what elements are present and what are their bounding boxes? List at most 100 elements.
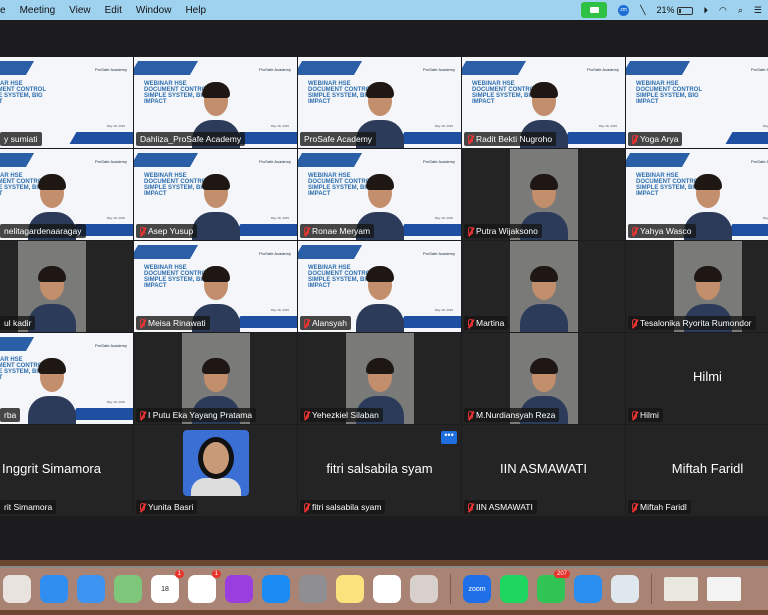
dock-whatsapp-icon[interactable]: 207 — [537, 570, 570, 603]
person-hair — [365, 82, 394, 98]
participant-tile[interactable]: ProSafe AcademyWEBINAR HSE DOCUMENT CONT… — [0, 333, 133, 424]
mic-muted-icon — [632, 503, 637, 511]
participant-display-name: Hilmi — [693, 369, 722, 384]
participant-name: Hilmi — [640, 410, 659, 420]
dock-podcasts-icon[interactable] — [225, 575, 253, 603]
wifi-icon[interactable]: ◠ — [719, 5, 727, 16]
participant-name: Putra Wijaksono — [476, 226, 538, 236]
slide-brand: ProSafe Academy — [94, 67, 127, 72]
menu-window[interactable]: Window — [136, 5, 172, 16]
participant-tile[interactable]: ProSafe AcademyWEBINAR HSE DOCUMENT CONT… — [298, 149, 461, 240]
participant-tile[interactable]: ProSafe AcademyWEBINAR HSE DOCUMENT CONT… — [626, 149, 768, 240]
search-icon[interactable]: ⌕ — [738, 5, 743, 16]
participant-tile[interactable]: ProSafe AcademyWEBINAR HSE DOCUMENT CONT… — [462, 57, 625, 148]
participant-name-label: Ronae Meryam — [300, 224, 375, 238]
dock-spotify-icon[interactable] — [500, 575, 528, 603]
participant-name-label: rit Simamora — [0, 500, 57, 514]
menu-meeting[interactable]: Meeting — [20, 5, 56, 16]
dock-separator — [651, 574, 652, 604]
zoom-status-icon[interactable]: zm — [618, 4, 630, 16]
menu-help[interactable]: Help — [185, 5, 206, 16]
slide-stripe — [626, 153, 691, 167]
participant-tile[interactable]: ProSafe AcademyWEBINAR HSE DOCUMENT CONT… — [0, 57, 133, 148]
participant-name: ProSafe Academy — [304, 134, 373, 144]
participant-name-label: Asep Yusup — [136, 224, 198, 238]
dock-maps-icon[interactable] — [114, 575, 142, 603]
participant-tile[interactable]: ProSafe AcademyWEBINAR HSE DOCUMENT CONT… — [134, 241, 297, 332]
participant-name-label: I Putu Eka Yayang Pratama — [136, 408, 257, 422]
mic-muted-icon — [140, 319, 145, 327]
slide-stripe — [233, 316, 297, 328]
participant-tile[interactable]: ProSafe AcademyWEBINAR HSE DOCUMENT CONT… — [298, 241, 461, 332]
participant-tile[interactable]: ProSafe AcademyWEBINAR HSE DOCUMENT CONT… — [626, 57, 768, 148]
dock-chrome-window-1-icon[interactable] — [664, 577, 698, 601]
slide-date: May 18, 2025 — [434, 308, 453, 312]
participant-tile[interactable]: ProSafe AcademyWEBINAR HSE DOCUMENT CONT… — [0, 149, 133, 240]
control-center-icon[interactable]: ☰ — [754, 5, 762, 16]
participant-video-person — [520, 262, 568, 332]
participant-name: nelitagardenaaragay — [4, 226, 82, 236]
person-hair — [37, 358, 66, 374]
person-hair — [693, 174, 722, 190]
person-hair — [529, 82, 558, 98]
dock-keynote-icon[interactable] — [574, 575, 602, 603]
participant-tile[interactable]: Yunita Basri — [134, 425, 297, 516]
dock-mail-icon[interactable] — [77, 575, 105, 603]
participant-tile[interactable]: ProSafe AcademyWEBINAR HSE DOCUMENT CONT… — [134, 57, 297, 148]
participant-tile[interactable]: ul kadir — [0, 241, 133, 332]
person-hair — [201, 174, 230, 190]
camera-in-use-icon[interactable] — [581, 2, 608, 18]
menu-app[interactable]: e — [0, 5, 6, 16]
participant-tile[interactable]: Inggrit Simamora rit Simamora — [0, 425, 133, 516]
participant-name-label: Yehezkiel Silaban — [300, 408, 383, 422]
dock-freeform-icon[interactable] — [373, 575, 401, 603]
slide-brand: ProSafe Academy — [750, 67, 768, 72]
participant-tile[interactable]: fitri salsabila syam fitri salsabila syam — [298, 425, 461, 516]
slide-stripe — [69, 132, 133, 144]
dock-safari-icon[interactable] — [40, 575, 68, 603]
slide-stripe — [134, 153, 199, 167]
bluetooth-off-icon[interactable]: ╲ — [640, 5, 645, 16]
dock-iphone-mirroring-icon[interactable] — [410, 575, 438, 603]
dock-reminders-icon[interactable]: 1 — [188, 570, 221, 603]
battery-status[interactable]: 21% — [656, 5, 693, 15]
slide-date: May 18, 2025 — [106, 216, 125, 220]
dock-chrome-window-2-icon[interactable] — [707, 577, 741, 601]
menu-view[interactable]: View — [69, 5, 91, 16]
person-hair — [530, 358, 558, 374]
participant-tile[interactable]: I Putu Eka Yayang Pratama — [134, 333, 297, 424]
dock-zoom-icon[interactable]: zoom — [463, 575, 491, 603]
participant-tile[interactable]: ProSafe AcademyWEBINAR HSE DOCUMENT CONT… — [298, 57, 461, 148]
dock-app-store-icon[interactable] — [262, 575, 290, 603]
more-options-button[interactable]: ••• — [441, 431, 457, 444]
menu-edit[interactable]: Edit — [105, 5, 122, 16]
slide-stripe — [561, 132, 625, 144]
mic-muted-icon — [468, 227, 473, 235]
dock-launchpad-icon[interactable] — [3, 575, 31, 603]
mic-muted-icon — [632, 411, 637, 419]
slide-date: May 18, 2025 — [270, 308, 289, 312]
participant-tile[interactable]: IIN ASMAWATI IIN ASMAWATI — [462, 425, 625, 516]
dock-calendar-icon[interactable]: 18 1 — [151, 570, 184, 603]
dock-notes-icon[interactable] — [336, 575, 364, 603]
participant-tile[interactable]: Hilmi Hilmi — [626, 333, 768, 424]
slide-date: May 18, 2025 — [106, 400, 125, 404]
participant-tile[interactable]: Yehezkiel Silaban — [298, 333, 461, 424]
mic-muted-icon — [632, 319, 637, 327]
person-hair — [530, 266, 558, 282]
participant-name: fitri salsabila syam — [312, 502, 382, 512]
slide-brand: ProSafe Academy — [422, 159, 455, 164]
play-icon[interactable]: ⏵ — [704, 5, 709, 16]
participant-display-name: fitri salsabila syam — [326, 461, 433, 476]
participant-tile[interactable]: Martina — [462, 241, 625, 332]
participant-name: Yoga Arya — [640, 134, 679, 144]
dock-preview-icon[interactable] — [611, 575, 639, 603]
slide-stripe — [397, 224, 461, 236]
participant-tile[interactable]: Putra Wijaksono — [462, 149, 625, 240]
participant-tile[interactable]: M.Nurdiansyah Reza — [462, 333, 625, 424]
participant-tile[interactable]: Tesalonika Ryorita Rumondor — [626, 241, 768, 332]
participant-tile[interactable]: ProSafe AcademyWEBINAR HSE DOCUMENT CONT… — [134, 149, 297, 240]
participant-tile[interactable]: Miftah Faridl Miftah Faridl — [626, 425, 768, 516]
slide-stripe — [0, 61, 35, 75]
dock-system-settings-icon[interactable] — [299, 575, 327, 603]
